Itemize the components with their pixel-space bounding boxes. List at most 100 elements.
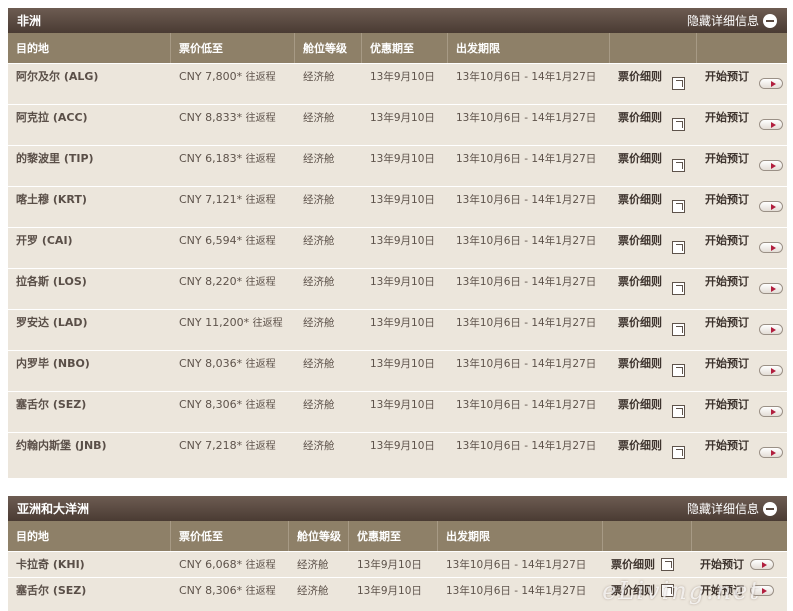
external-link-icon[interactable] bbox=[672, 405, 685, 418]
external-link-icon[interactable] bbox=[672, 282, 685, 295]
start-booking[interactable]: 开始预订 bbox=[697, 392, 787, 432]
offer-until: 13年9月10日 bbox=[370, 358, 435, 370]
fare-suffix: 往返程 bbox=[245, 113, 276, 124]
departure-range: 13年10月6日 - 14年1月27日 bbox=[456, 317, 597, 329]
table-row: 拉各斯 (LOS) CNY 8,220* 往返程 经济舱 13年9月10日 13年10月… bbox=[8, 268, 787, 309]
destination-name: 罗安达 (LAD) bbox=[16, 316, 88, 329]
offer-until: 13年9月10日 bbox=[370, 235, 435, 247]
col-detail bbox=[610, 33, 697, 63]
fare-rules-link[interactable]: 票价细则 bbox=[610, 187, 697, 227]
arrow-right-icon[interactable] bbox=[750, 559, 774, 570]
fare-amount: CNY 8,036* bbox=[179, 357, 243, 370]
offer-until: 13年9月10日 bbox=[370, 276, 435, 288]
fare-rules-label: 票价细则 bbox=[618, 111, 662, 124]
external-link-icon[interactable] bbox=[672, 118, 685, 131]
departure-range: 13年10月6日 - 14年1月27日 bbox=[456, 399, 597, 411]
arrow-right-icon[interactable] bbox=[759, 365, 783, 376]
start-booking-label: 开始预订 bbox=[705, 439, 749, 452]
fare-cell: CNY 7,121* 往返程 bbox=[171, 187, 295, 227]
arrow-right-icon[interactable] bbox=[759, 201, 783, 212]
external-link-icon[interactable] bbox=[672, 364, 685, 377]
arrow-right-icon[interactable] bbox=[759, 160, 783, 171]
offer-until: 13年9月10日 bbox=[357, 559, 422, 571]
arrow-right-icon[interactable] bbox=[759, 324, 783, 335]
start-booking[interactable]: 开始预订 bbox=[697, 146, 787, 186]
start-booking[interactable]: 开始预订 bbox=[697, 64, 787, 104]
departure-range: 13年10月6日 - 14年1月27日 bbox=[456, 71, 597, 83]
fare-rules-link[interactable]: 票价细则 bbox=[610, 392, 697, 432]
fare-rules-link[interactable]: 票价细则 bbox=[610, 269, 697, 309]
start-booking[interactable]: 开始预订 bbox=[697, 105, 787, 145]
col-detail bbox=[603, 521, 692, 551]
external-link-icon[interactable] bbox=[672, 77, 685, 90]
start-booking[interactable]: 开始预订 bbox=[697, 269, 787, 309]
fare-suffix: 往返程 bbox=[245, 400, 276, 411]
offer-until: 13年9月10日 bbox=[370, 71, 435, 83]
start-booking[interactable]: 开始预订 bbox=[697, 351, 787, 391]
start-booking[interactable]: 开始预订 bbox=[697, 433, 787, 473]
arrow-right-icon[interactable] bbox=[759, 119, 783, 130]
arrow-right-icon[interactable] bbox=[759, 78, 783, 89]
watermark-logo: eLiving.net bbox=[602, 577, 761, 605]
departure-range: 13年10月6日 - 14年1月27日 bbox=[456, 112, 597, 124]
start-booking-label: 开始预订 bbox=[705, 275, 749, 288]
fare-rules-link[interactable]: 票价细则 bbox=[610, 433, 697, 473]
fare-suffix: 往返程 bbox=[245, 195, 276, 206]
col-fare: 票价低至 bbox=[171, 521, 289, 551]
arrow-right-icon[interactable] bbox=[759, 406, 783, 417]
arrow-right-icon[interactable] bbox=[759, 242, 783, 253]
arrow-right-icon[interactable] bbox=[759, 283, 783, 294]
external-link-icon[interactable] bbox=[672, 446, 685, 459]
table-row: 罗安达 (LAD) CNY 11,200* 往返程 经济舱 13年9月10日 13年10… bbox=[8, 309, 787, 350]
external-link-icon[interactable] bbox=[672, 200, 685, 213]
fare-suffix: 往返程 bbox=[245, 586, 276, 597]
section-title: 非洲 bbox=[17, 14, 42, 28]
fare-cell: CNY 7,218* 往返程 bbox=[171, 433, 295, 473]
hide-details-toggle[interactable]: 隐藏详细信息 bbox=[687, 500, 777, 517]
start-booking-label: 开始预订 bbox=[705, 193, 749, 206]
fare-amount: CNY 8,220* bbox=[179, 275, 243, 288]
start-booking[interactable]: 开始预订 bbox=[697, 310, 787, 350]
fare-suffix: 往返程 bbox=[245, 154, 276, 165]
external-link-icon[interactable] bbox=[672, 323, 685, 336]
cabin-class: 经济舱 bbox=[303, 235, 335, 247]
col-book bbox=[692, 521, 787, 551]
fare-rules-link[interactable]: 票价细则 bbox=[610, 105, 697, 145]
fare-rules-label: 票价细则 bbox=[618, 70, 662, 83]
offer-until: 13年9月10日 bbox=[370, 317, 435, 329]
fare-rules-link[interactable]: 票价细则 bbox=[610, 351, 697, 391]
africa-rows: 阿尔及尔 (ALG) CNY 7,800* 往返程 经济舱 13年9月10日 13年10… bbox=[8, 63, 787, 473]
arrow-right-icon[interactable] bbox=[759, 447, 783, 458]
external-link-icon[interactable] bbox=[672, 241, 685, 254]
fare-rules-link[interactable]: 票价细则 bbox=[610, 228, 697, 268]
departure-range: 13年10月6日 - 14年1月27日 bbox=[446, 559, 587, 571]
fare-suffix: 往返程 bbox=[245, 72, 276, 83]
start-booking[interactable]: 开始预订 bbox=[692, 552, 787, 577]
fare-rules-link[interactable]: 票价细则 bbox=[610, 146, 697, 186]
fare-amount: CNY 7,218* bbox=[179, 439, 243, 452]
fare-rules-label: 票价细则 bbox=[611, 558, 655, 571]
fare-rules-link[interactable]: 票价细则 bbox=[610, 64, 697, 104]
cabin-class: 经济舱 bbox=[297, 559, 329, 571]
col-departure: 出发期限 bbox=[448, 33, 610, 63]
fare-suffix: 往返程 bbox=[245, 359, 276, 370]
table-row: 内罗毕 (NBO) CNY 8,036* 往返程 经济舱 13年9月10日 13年10月… bbox=[8, 350, 787, 391]
external-link-icon[interactable] bbox=[672, 159, 685, 172]
table-row: 塞舌尔 (SEZ) CNY 8,306* 往返程 经济舱 13年9月10日 13年10月… bbox=[8, 391, 787, 432]
fare-suffix: 往返程 bbox=[252, 318, 283, 329]
fare-rules-link[interactable]: 票价细则 bbox=[603, 552, 692, 577]
external-link-icon[interactable] bbox=[661, 558, 674, 571]
start-booking[interactable]: 开始预订 bbox=[697, 187, 787, 227]
table-row: 阿尔及尔 (ALG) CNY 7,800* 往返程 经济舱 13年9月10日 13年10… bbox=[8, 63, 787, 104]
start-booking[interactable]: 开始预订 bbox=[697, 228, 787, 268]
destination-name: 的黎波里 (TIP) bbox=[16, 152, 94, 165]
cabin-class: 经济舱 bbox=[303, 358, 335, 370]
start-booking-label: 开始预订 bbox=[705, 234, 749, 247]
departure-range: 13年10月6日 - 14年1月27日 bbox=[456, 153, 597, 165]
fare-rules-link[interactable]: 票价细则 bbox=[610, 310, 697, 350]
destination-name: 开罗 (CAI) bbox=[16, 234, 73, 247]
hide-details-toggle[interactable]: 隐藏详细信息 bbox=[687, 12, 777, 29]
start-booking-label: 开始预订 bbox=[705, 70, 749, 83]
fare-suffix: 往返程 bbox=[245, 441, 276, 452]
fare-rules-label: 票价细则 bbox=[618, 193, 662, 206]
